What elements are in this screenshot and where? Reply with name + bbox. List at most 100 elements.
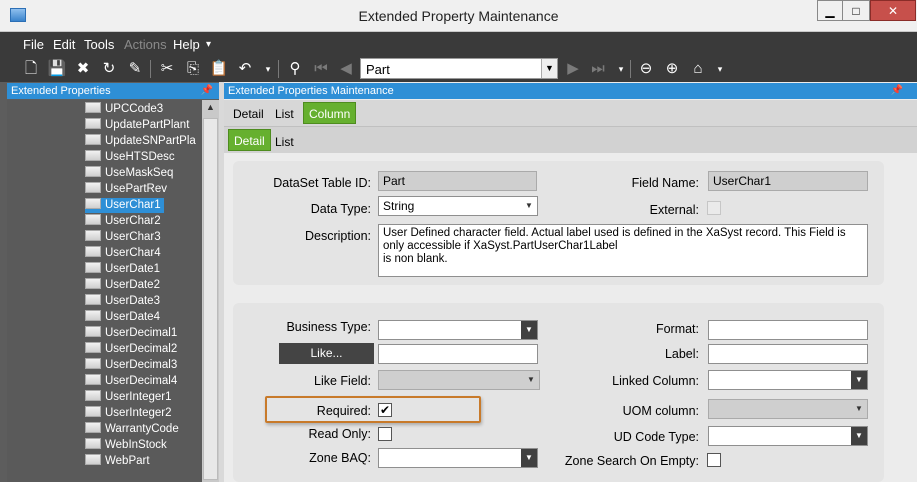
tree-item[interactable]: UserChar4 — [85, 246, 164, 261]
last-record-icon[interactable]: ⏭ — [588, 59, 608, 79]
read-only-checkbox[interactable] — [378, 427, 392, 441]
tree-item[interactable]: UsePartRev — [85, 182, 170, 197]
delete-icon[interactable]: ✖ — [73, 59, 93, 79]
tree-item[interactable]: UPCCode3 — [85, 102, 166, 117]
tab-detail[interactable]: Detail — [228, 103, 269, 125]
maximize-button[interactable]: □ — [843, 0, 870, 21]
subtab-list[interactable]: List — [270, 131, 299, 153]
tree-item[interactable]: UseMaskSeq — [85, 166, 176, 181]
menu-edit[interactable]: Edit — [53, 37, 75, 52]
record-search-combo[interactable]: Part ▼ — [360, 58, 558, 79]
folder-icon — [85, 102, 101, 113]
window-title: Extended Property Maintenance — [358, 8, 559, 24]
home-dropdown-chevron-icon[interactable]: ▾ — [710, 59, 730, 79]
first-record-icon[interactable]: ⏮ — [311, 59, 331, 79]
scroll-up-arrow-icon[interactable]: ▲ — [202, 102, 219, 116]
external-checkbox[interactable] — [707, 201, 721, 215]
tree-item[interactable]: UserChar3 — [85, 230, 164, 245]
undo-icon[interactable]: ↶ — [235, 59, 255, 79]
menu-help[interactable]: Help — [173, 37, 200, 52]
menu-tools[interactable]: Tools — [84, 37, 114, 52]
copy-icon[interactable]: ⎘ — [183, 59, 203, 79]
menu-actions[interactable]: Actions — [124, 37, 167, 52]
right-panel-title: Extended Properties Maintenance — [228, 85, 394, 97]
chevron-down-icon[interactable]: ▼ — [521, 197, 537, 215]
external-label: External: — [649, 203, 699, 217]
chevron-down-icon[interactable]: ▼ — [541, 59, 557, 78]
tree-item[interactable]: UserChar2 — [85, 214, 164, 229]
tree-item[interactable]: UpdatePartPlant — [85, 118, 192, 133]
tree-item[interactable]: UserDecimal3 — [85, 358, 180, 373]
chevron-down-icon[interactable]: ▼ — [521, 321, 537, 339]
data-type-select[interactable]: String ▼ — [378, 196, 538, 216]
cut-icon[interactable]: ✂ — [157, 59, 177, 79]
uom-column-label: UOM column: — [622, 404, 699, 418]
format-input[interactable] — [708, 320, 868, 340]
previous-record-icon[interactable]: ◀ — [336, 59, 356, 79]
folder-icon — [85, 294, 101, 305]
tree-item[interactable]: UserDecimal2 — [85, 342, 180, 357]
tree-item-selected[interactable]: UserChar1 — [85, 198, 164, 213]
tab-column[interactable]: Column — [303, 102, 357, 124]
description-textarea[interactable]: User Defined character field. Actual lab… — [378, 224, 868, 277]
undo-dropdown-chevron-icon[interactable]: ▾ — [258, 59, 278, 79]
tree-item[interactable]: UserDecimal4 — [85, 374, 180, 389]
zone-baq-select[interactable]: ▼ — [378, 448, 538, 468]
tree-item[interactable]: UserDate1 — [85, 262, 163, 277]
uom-column-select[interactable]: ▼ — [708, 399, 868, 419]
save-icon[interactable]: 💾 — [47, 59, 67, 79]
folder-icon — [85, 310, 101, 321]
like-button[interactable]: Like... — [279, 343, 374, 364]
nav-dropdown-chevron-icon[interactable]: ▾ — [611, 59, 631, 79]
like-field-label: Like Field: — [314, 374, 371, 388]
chevron-down-icon[interactable]: ▼ — [851, 371, 867, 389]
scroll-thumb[interactable] — [203, 118, 218, 480]
minimize-button[interactable]: ▁ — [817, 0, 843, 21]
tree-item[interactable]: UserInteger1 — [85, 390, 174, 405]
tree-scrollbar[interactable]: ▲ — [202, 100, 219, 482]
pin-icon[interactable]: 📌 — [891, 83, 903, 99]
business-type-select[interactable]: ▼ — [378, 320, 538, 340]
close-button[interactable]: ✕ — [870, 0, 916, 21]
tree-item[interactable]: UserDate2 — [85, 278, 163, 293]
chevron-down-icon[interactable]: ▼ — [851, 400, 867, 418]
home-icon[interactable]: ⌂ — [688, 59, 708, 79]
like-input[interactable] — [378, 344, 538, 364]
required-checkbox[interactable]: ✔ — [378, 403, 392, 417]
like-field-select[interactable]: ▼ — [378, 370, 540, 390]
tree-item[interactable]: UpdateSNPartPla — [85, 134, 199, 149]
clear-icon[interactable]: ✎ — [125, 59, 145, 79]
new-icon[interactable]: 🗋 — [21, 59, 41, 79]
paste-icon[interactable]: 📋 — [209, 59, 229, 79]
subtab-detail[interactable]: Detail — [228, 129, 271, 151]
tree-item[interactable]: WebInStock — [85, 438, 170, 453]
folder-icon — [85, 230, 101, 241]
folder-icon — [85, 358, 101, 369]
tree-item[interactable]: UseHTSDesc — [85, 150, 178, 165]
tab-list[interactable]: List — [270, 103, 299, 125]
pin-icon[interactable]: 📌 — [201, 83, 213, 99]
back-icon[interactable]: ⊖ — [636, 59, 656, 79]
menu-file[interactable]: File — [23, 37, 44, 52]
tree-item[interactable]: UserDate3 — [85, 294, 163, 309]
property-tree: UPCCode3 UpdatePartPlant UpdateSNPartPla… — [7, 100, 202, 482]
tree-item[interactable]: UserDecimal1 — [85, 326, 180, 341]
tree-item[interactable]: UserDate4 — [85, 310, 163, 325]
label-input[interactable] — [708, 344, 868, 364]
tree-item[interactable]: UserInteger2 — [85, 406, 174, 421]
chevron-down-icon[interactable]: ▼ — [523, 371, 539, 389]
refresh-icon[interactable]: ↻ — [99, 59, 119, 79]
menu-overflow-chevron-icon[interactable]: ▾ — [206, 39, 211, 50]
tree-item[interactable]: WarrantyCode — [85, 422, 182, 437]
zone-search-on-empty-checkbox[interactable] — [707, 453, 721, 467]
forward-icon[interactable]: ⊕ — [662, 59, 682, 79]
linked-column-select[interactable]: ▼ — [708, 370, 868, 390]
extended-properties-panel: Extended Properties 📌 UPCCode3 UpdatePar… — [0, 82, 219, 482]
search-binoculars-icon[interactable]: ⚲ — [285, 59, 305, 79]
chevron-down-icon[interactable]: ▼ — [851, 427, 867, 445]
read-only-label: Read Only: — [308, 427, 371, 441]
ud-code-type-select[interactable]: ▼ — [708, 426, 868, 446]
chevron-down-icon[interactable]: ▼ — [521, 449, 537, 467]
next-record-icon[interactable]: ▶ — [563, 59, 583, 79]
tree-item[interactable]: WebPart — [85, 454, 153, 469]
